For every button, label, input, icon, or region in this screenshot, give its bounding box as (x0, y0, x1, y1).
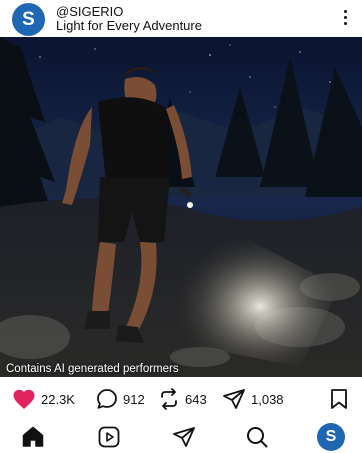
like-count: 22.3K (41, 391, 75, 407)
nav-send[interactable] (171, 424, 197, 450)
post-header: S @SIGERIO Light for Every Adventure (0, 0, 362, 37)
ai-disclosure-label: Contains AI generated performers (6, 363, 179, 375)
comment-action[interactable]: 912 (96, 388, 145, 410)
like-action[interactable]: 22.3K (12, 388, 75, 410)
heart-icon[interactable] (12, 388, 36, 410)
post-image[interactable]: Contains AI generated performers (0, 37, 362, 377)
share-icon[interactable] (222, 388, 246, 410)
more-options-icon[interactable] (338, 6, 352, 28)
author-tagline: Light for Every Adventure (56, 18, 202, 33)
share-action[interactable]: 1,038 (222, 388, 284, 410)
nav-avatar-letter: S (325, 428, 337, 445)
avatar-letter: S (22, 8, 35, 30)
repost-action[interactable]: 643 (158, 388, 207, 410)
nav-reels[interactable] (96, 424, 122, 450)
bookmark-action[interactable] (330, 388, 348, 415)
hiker-night-photo (0, 37, 362, 377)
post-actions: 22.3K 912 643 1,038 (0, 384, 362, 414)
bottom-navigation: S (0, 420, 362, 453)
comment-count: 912 (123, 391, 145, 407)
repost-count: 643 (185, 391, 207, 407)
author-handle[interactable]: @SIGERIO (56, 4, 123, 19)
send-icon[interactable] (172, 425, 196, 449)
home-icon[interactable] (21, 425, 45, 449)
nav-search[interactable] (244, 424, 270, 450)
nav-home[interactable] (20, 424, 46, 450)
search-icon[interactable] (245, 425, 269, 449)
share-count: 1,038 (251, 391, 284, 407)
author-avatar[interactable]: S (12, 3, 45, 36)
profile-avatar[interactable]: S (317, 423, 345, 451)
reels-icon[interactable] (97, 425, 121, 449)
bookmark-icon[interactable] (330, 388, 348, 410)
repost-icon[interactable] (158, 388, 180, 410)
comment-icon[interactable] (96, 388, 118, 410)
